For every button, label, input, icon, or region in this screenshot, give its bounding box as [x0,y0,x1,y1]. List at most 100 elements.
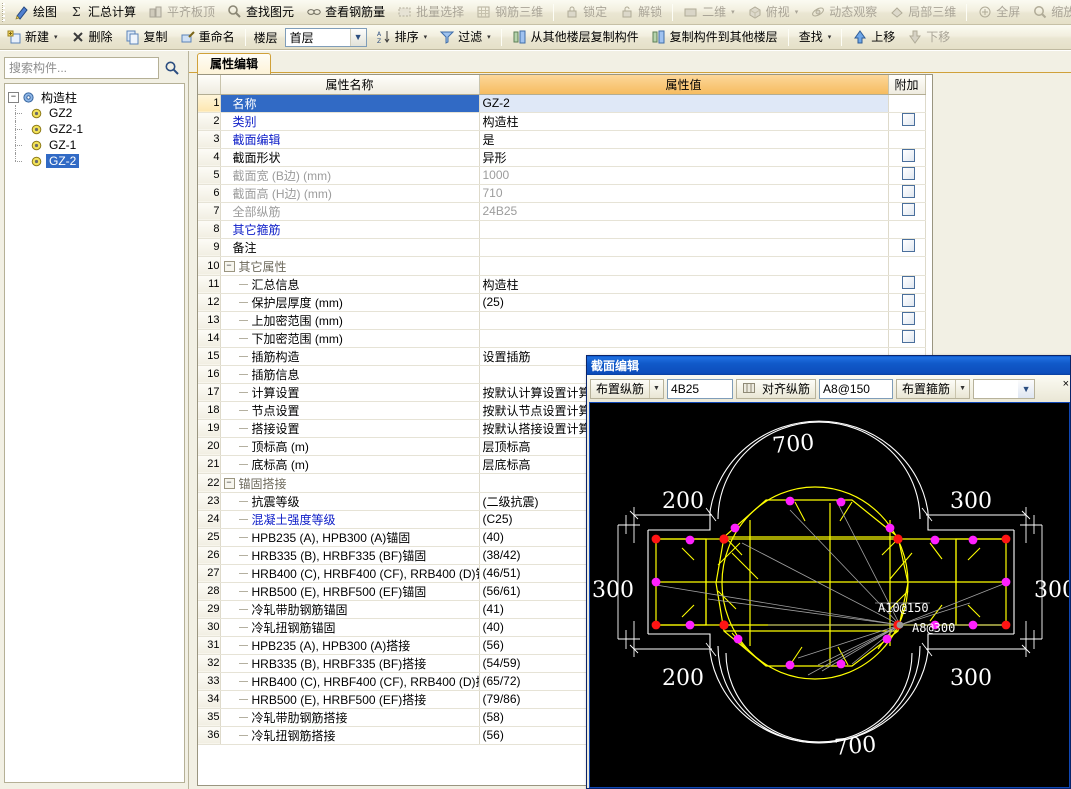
property-value-cell[interactable]: 1000 [479,166,889,185]
attach-cell[interactable] [888,311,926,330]
sort-button[interactable]: AZ 排序 ▾ [371,27,433,48]
property-name-cell[interactable]: 插筋构造 [220,347,480,366]
grid-header-property-name[interactable]: 属性名称 [220,75,480,95]
tree-item-gz-1[interactable]: GZ-1 [8,137,181,153]
toolbar-button-rebar-3d[interactable]: 钢筋三维 [471,2,548,23]
property-name-cell[interactable]: 截面高 (H边) (mm) [220,184,480,203]
attach-cell[interactable] [888,112,926,131]
property-name-cell[interactable]: 插筋信息 [220,365,480,384]
attach-cell[interactable] [888,184,926,203]
attach-checkbox[interactable] [901,239,915,252]
chevron-down-icon[interactable]: ▾ [731,9,735,16]
chevron-down-icon[interactable]: ▾ [487,34,491,41]
property-value-cell[interactable] [479,238,889,257]
property-value-cell[interactable]: (25) [479,293,889,312]
attach-checkbox[interactable] [901,330,915,343]
table-row[interactable]: 4 截面形状 异形 [198,148,926,167]
attach-cell[interactable] [888,329,926,348]
property-name-cell[interactable]: 汇总信息 [220,275,480,294]
tree-root-node[interactable]: − 构造柱 [8,89,181,105]
chevron-down-icon[interactable]: ▼ [1018,379,1035,398]
copy-component-button[interactable]: 复制 [120,27,173,48]
attach-cell[interactable] [888,202,926,221]
property-name-cell[interactable]: HPB235 (A), HPB300 (A)锚固 [220,528,480,547]
new-component-button[interactable]: 新建 ▾ [1,27,63,48]
search-input[interactable] [4,56,159,79]
attach-cell[interactable] [888,293,926,312]
property-value-cell[interactable]: 是 [479,130,889,149]
property-name-cell[interactable]: 类别 [220,112,480,131]
property-value-cell[interactable]: 710 [479,184,889,203]
toolbar-button-top-view[interactable]: 俯视 ▾ [742,2,804,23]
toolbar-button-fullscreen[interactable]: 全屏 [972,2,1025,23]
property-value-cell[interactable]: 构造柱 [479,112,889,131]
toolbar-button-unlock[interactable]: 解锁 [614,2,667,23]
property-name-cell[interactable]: − 其它属性 [220,256,480,276]
table-row[interactable]: 10− 其它属性 [198,256,926,276]
tree-item-gz-2[interactable]: GZ-2 [8,153,181,169]
attach-checkbox[interactable] [901,203,915,216]
chevron-down-icon[interactable]: ▼ [955,379,969,398]
property-value-cell[interactable]: 异形 [479,148,889,167]
attach-cell[interactable] [888,130,926,149]
table-row[interactable]: 3 截面编辑 是 [198,130,926,149]
attach-checkbox[interactable] [901,312,915,325]
toolbar-grip[interactable] [2,2,5,22]
move-down-button[interactable]: 下移 [902,27,955,48]
toolbar-button-align-slab-top[interactable]: 平齐板顶 [143,2,220,23]
table-row[interactable]: 8 其它箍筋 [198,220,926,239]
place-longitudinal-bar-button[interactable]: 布置纵筋 ▼ [590,378,665,399]
property-value-cell[interactable]: GZ-2 [479,94,889,113]
attach-checkbox[interactable] [901,185,915,198]
property-name-cell[interactable]: 搭接设置 [220,419,480,438]
property-value-cell[interactable] [479,311,889,330]
toolbar-button-orbit[interactable]: 动态观察 [805,2,882,23]
property-name-cell[interactable]: HRB500 (E), HRBF500 (EF)搭接 [220,690,480,709]
toolbar-button-local-3d[interactable]: 局部三维 [884,2,961,23]
chevron-down-icon[interactable]: ▾ [795,9,799,16]
chevron-down-icon[interactable]: ▾ [424,34,428,41]
property-name-cell[interactable]: 下加密范围 (mm) [220,329,480,348]
property-name-cell[interactable]: 顶标高 (m) [220,437,480,456]
move-up-button[interactable]: 上移 [847,27,900,48]
dialog-titlebar[interactable]: 截面编辑 [587,356,1070,375]
table-row[interactable]: 12 保护层厚度 (mm) (25) [198,293,926,312]
grid-header-property-value[interactable]: 属性值 [479,75,889,95]
collapse-toggle-icon[interactable]: − [223,477,235,489]
toolbar-button-zoom[interactable]: 缩放 ▾ [1027,2,1071,23]
property-name-cell[interactable]: 备注 [220,238,480,257]
property-name-cell[interactable]: 截面形状 [220,148,480,167]
property-name-cell[interactable]: 名称 [220,94,480,113]
tab-property-edit[interactable]: 属性编辑 [197,53,272,74]
table-row[interactable]: 14 下加密范围 (mm) [198,329,926,348]
table-row[interactable]: 13 上加密范围 (mm) [198,311,926,330]
property-name-cell[interactable]: 上加密范围 (mm) [220,311,480,330]
property-name-cell[interactable]: HRB335 (B), HRBF335 (BF)锚固 [220,546,480,565]
attach-cell[interactable] [888,256,926,276]
align-longitudinal-bar-button[interactable]: 对齐纵筋 [736,378,817,399]
find-button[interactable]: 查找 ▾ [794,27,837,48]
property-name-cell[interactable]: HRB500 (E), HRBF500 (EF)锚固 [220,582,480,601]
toolbar-button-find-element[interactable]: 查找图元 [222,2,299,23]
copy-to-other-floor-button[interactable]: 复制构件到其他楼层 [646,27,783,48]
component-tree[interactable]: − 构造柱 GZ2 GZ2-1 GZ-1 GZ-2 [4,83,185,783]
property-name-cell[interactable]: 其它箍筋 [220,220,480,239]
property-value-cell[interactable] [479,220,889,239]
table-row[interactable]: 1 名称 GZ-2 [198,94,926,113]
collapse-toggle-icon[interactable]: − [223,260,235,272]
chevron-down-icon[interactable]: ▾ [828,34,832,41]
property-name-cell[interactable]: HRB335 (B), HRBF335 (BF)搭接 [220,654,480,673]
table-row[interactable]: 2 类别 构造柱 [198,112,926,131]
tree-item-gz2-1[interactable]: GZ2-1 [8,121,181,137]
attach-checkbox[interactable] [901,294,915,307]
close-icon[interactable]: × [1063,378,1069,390]
toolbar-button-batch-select[interactable]: 批量选择 [392,2,469,23]
table-row[interactable]: 6 截面高 (H边) (mm) 710 [198,184,926,203]
property-value-cell[interactable] [479,329,889,348]
property-name-cell[interactable]: 混凝土强度等级 [220,510,480,529]
table-row[interactable]: 5 截面宽 (B边) (mm) 1000 [198,166,926,185]
attach-cell[interactable] [888,94,926,113]
property-name-cell[interactable]: 冷轧带肋钢筋搭接 [220,708,480,727]
chevron-down-icon[interactable]: ▼ [649,379,663,398]
attach-checkbox[interactable] [901,113,915,126]
